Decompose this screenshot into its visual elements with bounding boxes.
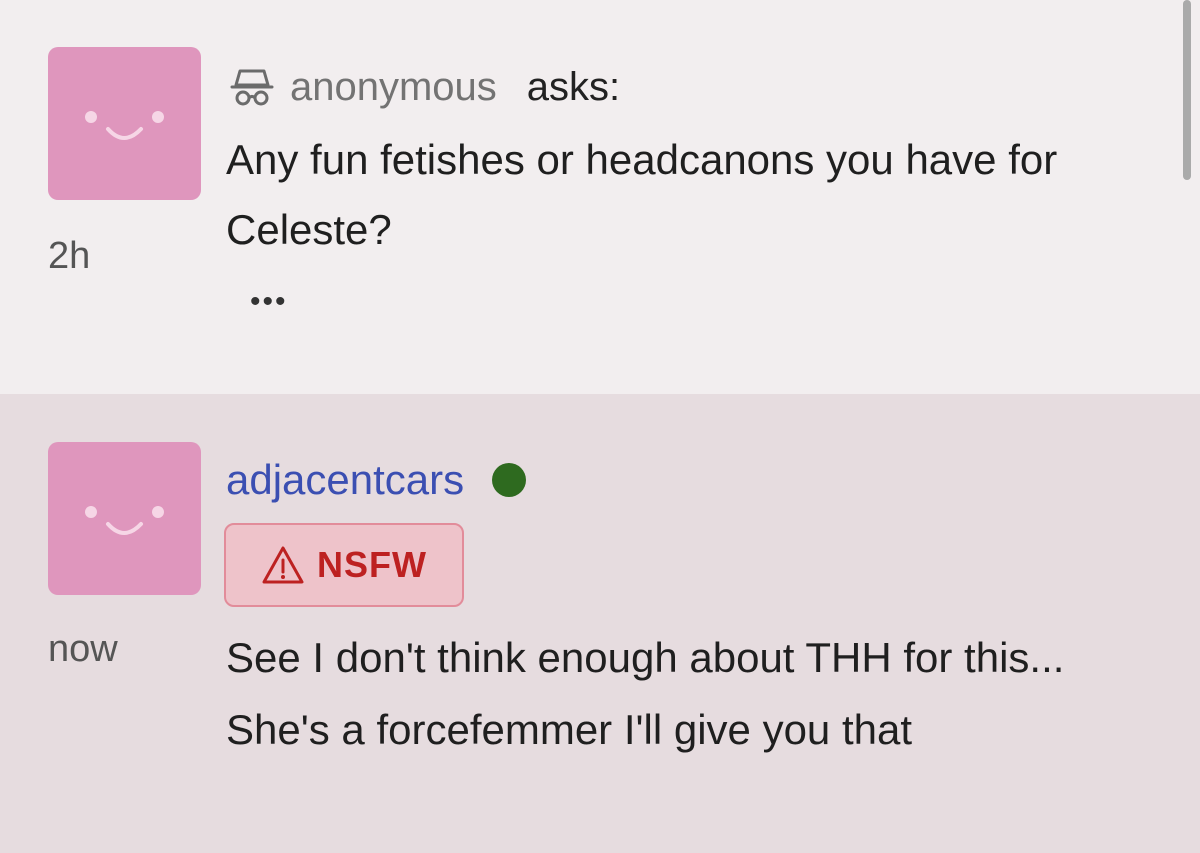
online-status-dot — [492, 463, 527, 497]
warning-triangle-icon — [262, 546, 304, 584]
asker-name: anonymous — [290, 64, 497, 109]
nsfw-badge[interactable]: NSFW — [224, 523, 464, 607]
smiley-face-icon — [85, 506, 164, 535]
incognito-icon — [230, 69, 274, 106]
ask-header: anonymous asks: — [228, 62, 620, 112]
smiley-face-icon — [85, 111, 164, 140]
more-options-button[interactable]: ••• — [250, 285, 288, 319]
asker-avatar[interactable] — [48, 47, 201, 200]
question-text: Any fun fetishes or headcanons you have … — [226, 136, 1058, 253]
ask-verb: asks: — [526, 64, 621, 109]
ask-section: 2h anonymous asks: Any fun fetishes or h… — [0, 0, 1200, 394]
ask-timestamp: 2h — [48, 235, 91, 277]
reply-avatar[interactable] — [48, 442, 201, 595]
reply-header: adjacentcars — [226, 452, 527, 508]
scrollbar[interactable] — [1183, 0, 1191, 180]
answer-text: See I don't think enough about THH for t… — [226, 634, 1065, 753]
nsfw-label: NSFW — [317, 544, 427, 585]
username-link[interactable]: adjacentcars — [226, 456, 464, 504]
reply-timestamp: now — [48, 628, 118, 670]
